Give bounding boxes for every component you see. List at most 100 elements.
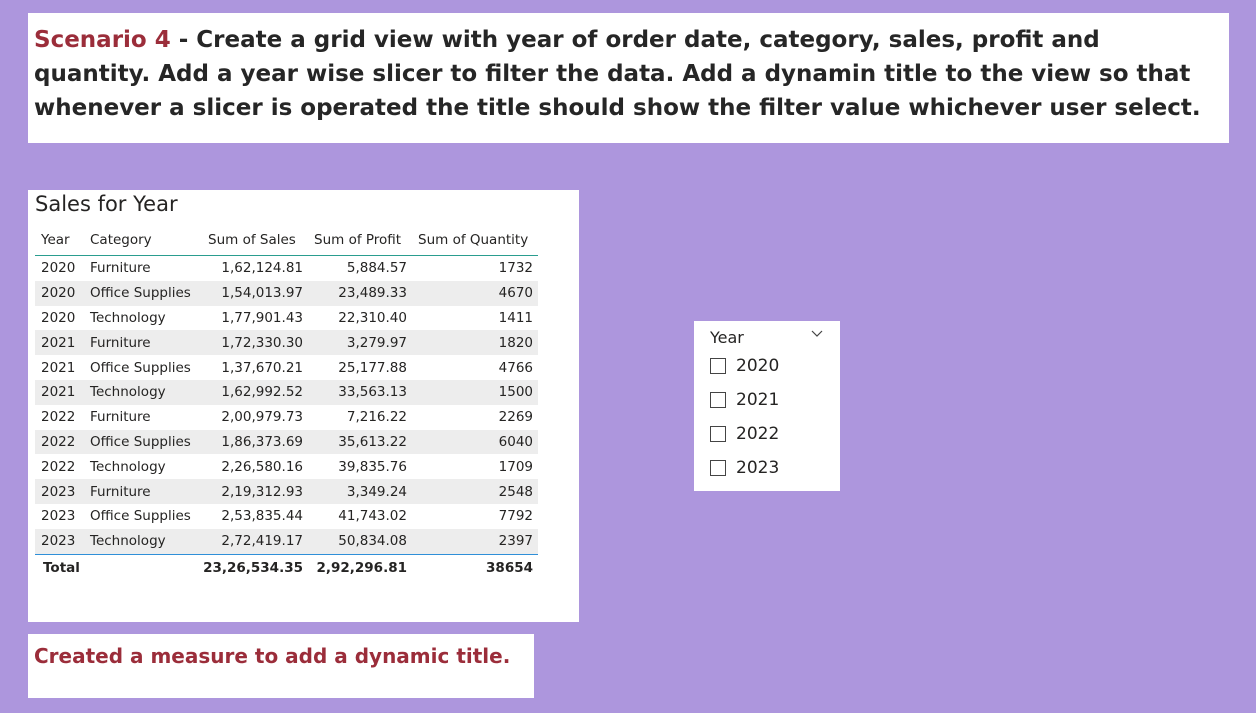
table-row[interactable]: 2022 Technology 2,26,580.16 39,835.76 1709 bbox=[35, 454, 538, 479]
cell-sales: 2,53,835.44 bbox=[221, 508, 303, 525]
cell-profit: 50,834.08 bbox=[338, 533, 407, 550]
table-visual[interactable]: Sales for Year Year Category Sum of Sale… bbox=[28, 190, 579, 622]
cell-quantity: 1500 bbox=[498, 384, 533, 401]
chevron-down-icon[interactable] bbox=[810, 327, 824, 341]
cell-category: Office Supplies bbox=[90, 285, 191, 302]
slicer-option-2022[interactable]: 2022 bbox=[710, 423, 779, 445]
scenario-tag: Scenario 4 bbox=[34, 27, 171, 53]
cell-profit: 22,310.40 bbox=[338, 309, 407, 326]
cell-year: 2020 bbox=[41, 309, 76, 326]
table-title: Sales for Year bbox=[35, 192, 178, 216]
cell-year: 2021 bbox=[41, 334, 76, 351]
cell-category: Technology bbox=[90, 309, 166, 326]
table-row[interactable]: 2021 Technology 1,62,992.52 33,563.13 1500 bbox=[35, 379, 538, 405]
table-row[interactable]: 2023 Furniture 2,19,312.93 3,349.24 2548 bbox=[35, 479, 538, 504]
total-label: Total bbox=[43, 559, 80, 576]
scenario-card: Scenario 4 - Create a grid view with yea… bbox=[28, 13, 1229, 143]
table-row[interactable]: 2020 Office Supplies 1,54,013.97 23,489.33 4… bbox=[35, 280, 538, 306]
cell-quantity: 1709 bbox=[498, 458, 533, 475]
table-total-row: Total 23,26,534.35 2,92,296.81 38654 bbox=[35, 553, 538, 581]
cell-sales: 2,72,419.17 bbox=[221, 533, 303, 550]
slicer-option-label: 2021 bbox=[736, 390, 780, 410]
checkbox[interactable] bbox=[710, 358, 726, 374]
table-row[interactable]: 2023 Technology 2,72,419.17 50,834.08 2397 bbox=[35, 528, 538, 554]
scenario-description: - Create a grid view with year of order … bbox=[34, 27, 1201, 121]
cell-sales: 1,37,670.21 bbox=[221, 359, 303, 376]
cell-sales: 2,19,312.93 bbox=[221, 483, 303, 500]
year-slicer[interactable]: Year 2020 2021 2022 2023 bbox=[694, 321, 840, 491]
table-row[interactable]: 2021 Office Supplies 1,37,670.21 25,177.88 4… bbox=[35, 355, 538, 380]
slicer-title: Year bbox=[710, 328, 744, 347]
cell-sales: 1,54,013.97 bbox=[221, 285, 303, 302]
scenario-text: Scenario 4 - Create a grid view with yea… bbox=[34, 23, 1223, 125]
cell-year: 2022 bbox=[41, 433, 76, 450]
cell-quantity: 2548 bbox=[498, 483, 533, 500]
cell-profit: 39,835.76 bbox=[338, 458, 407, 475]
header-profit[interactable]: Sum of Profit bbox=[314, 224, 414, 255]
cell-category: Technology bbox=[90, 533, 166, 550]
note-card: Created a measure to add a dynamic title… bbox=[28, 634, 534, 698]
cell-profit: 3,279.97 bbox=[346, 334, 407, 351]
cell-profit: 5,884.57 bbox=[346, 260, 407, 277]
note-text: Created a measure to add a dynamic title… bbox=[34, 644, 511, 668]
cell-category: Furniture bbox=[90, 483, 151, 500]
cell-category: Office Supplies bbox=[90, 508, 191, 525]
header-quantity[interactable]: Sum of Quantity bbox=[418, 224, 538, 255]
cell-category: Office Supplies bbox=[90, 359, 191, 376]
cell-year: 2021 bbox=[41, 359, 76, 376]
cell-year: 2020 bbox=[41, 285, 76, 302]
cell-category: Furniture bbox=[90, 260, 151, 277]
slicer-option-label: 2020 bbox=[736, 356, 780, 376]
checkbox[interactable] bbox=[710, 460, 726, 476]
cell-quantity: 6040 bbox=[498, 433, 533, 450]
total-profit: 2,92,296.81 bbox=[316, 559, 407, 576]
table-row[interactable]: 2022 Furniture 2,00,979.73 7,216.22 2269 bbox=[35, 405, 538, 430]
cell-sales: 1,62,992.52 bbox=[221, 384, 303, 401]
cell-year: 2023 bbox=[41, 533, 76, 550]
cell-category: Furniture bbox=[90, 409, 151, 426]
cell-category: Furniture bbox=[90, 334, 151, 351]
cell-year: 2021 bbox=[41, 384, 76, 401]
slicer-option-2021[interactable]: 2021 bbox=[710, 389, 779, 411]
cell-sales: 1,72,330.30 bbox=[221, 334, 303, 351]
cell-profit: 41,743.02 bbox=[338, 508, 407, 525]
header-year[interactable]: Year bbox=[41, 224, 81, 255]
cell-year: 2022 bbox=[41, 409, 76, 426]
cell-category: Technology bbox=[90, 458, 166, 475]
table-header-row: Year Category Sum of Sales Sum of Profit… bbox=[35, 224, 538, 256]
table-row[interactable]: 2023 Office Supplies 2,53,835.44 41,743.02 7… bbox=[35, 504, 538, 529]
table-row[interactable]: 2022 Office Supplies 1,86,373.69 35,613.22 6… bbox=[35, 429, 538, 455]
header-category[interactable]: Category bbox=[90, 224, 220, 255]
cell-quantity: 2397 bbox=[498, 533, 533, 550]
cell-sales: 1,86,373.69 bbox=[221, 433, 303, 450]
cell-category: Technology bbox=[90, 384, 166, 401]
slicer-option-2020[interactable]: 2020 bbox=[710, 355, 779, 377]
checkbox[interactable] bbox=[710, 392, 726, 408]
cell-year: 2022 bbox=[41, 458, 76, 475]
table-row[interactable]: 2020 Technology 1,77,901.43 22,310.40 1411 bbox=[35, 306, 538, 331]
table-row[interactable]: 2020 Furniture 1,62,124.81 5,884.57 1732 bbox=[35, 256, 538, 281]
cell-year: 2020 bbox=[41, 260, 76, 277]
table-body: 2020 Furniture 1,62,124.81 5,884.57 1732 2020… bbox=[35, 256, 538, 554]
cell-quantity: 4670 bbox=[498, 285, 533, 302]
cell-sales: 2,26,580.16 bbox=[221, 458, 303, 475]
cell-profit: 35,613.22 bbox=[338, 433, 407, 450]
cell-sales: 2,00,979.73 bbox=[221, 409, 303, 426]
cell-profit: 23,489.33 bbox=[338, 285, 407, 302]
slicer-option-2023[interactable]: 2023 bbox=[710, 457, 779, 479]
header-sales[interactable]: Sum of Sales bbox=[208, 224, 303, 255]
cell-sales: 1,77,901.43 bbox=[221, 309, 303, 326]
total-sales: 23,26,534.35 bbox=[203, 559, 303, 576]
checkbox[interactable] bbox=[710, 426, 726, 442]
cell-quantity: 1820 bbox=[498, 334, 533, 351]
cell-quantity: 7792 bbox=[498, 508, 533, 525]
table-row[interactable]: 2021 Furniture 1,72,330.30 3,279.97 1820 bbox=[35, 330, 538, 356]
cell-profit: 3,349.24 bbox=[346, 483, 407, 500]
cell-category: Office Supplies bbox=[90, 433, 191, 450]
cell-profit: 7,216.22 bbox=[346, 409, 407, 426]
cell-year: 2023 bbox=[41, 508, 76, 525]
slicer-option-label: 2022 bbox=[736, 424, 780, 444]
total-quantity: 38654 bbox=[486, 559, 533, 576]
table-grid: Year Category Sum of Sales Sum of Profit… bbox=[35, 224, 538, 581]
cell-sales: 1,62,124.81 bbox=[221, 260, 303, 277]
